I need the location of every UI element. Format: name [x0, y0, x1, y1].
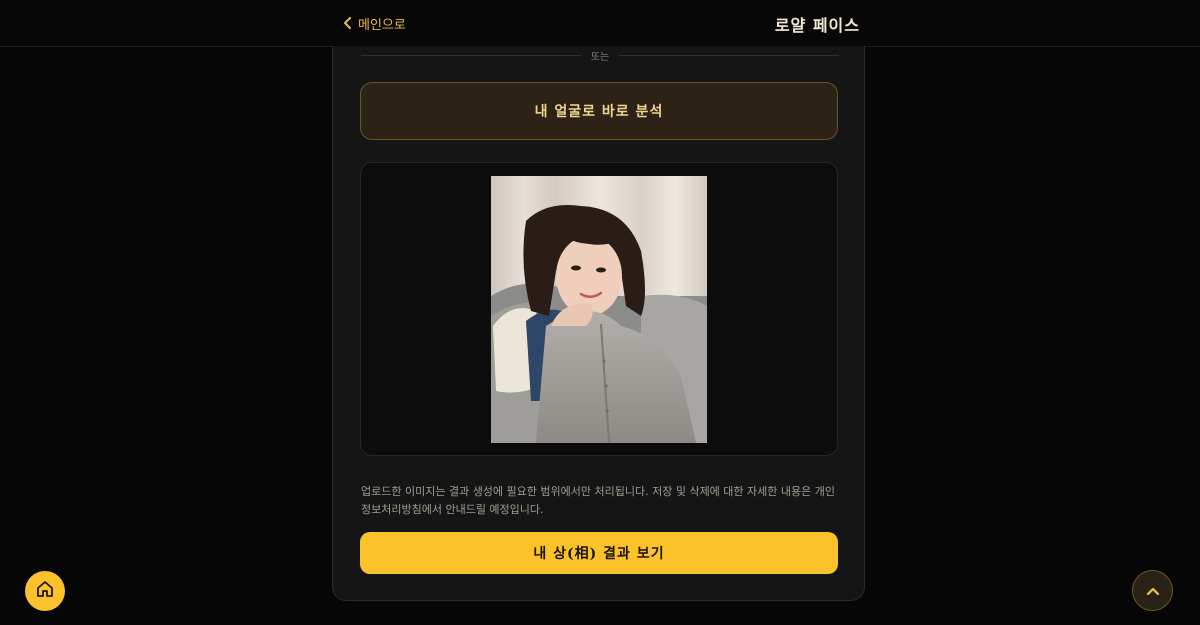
top-bar: 메인으로 로얄 페이스 — [0, 0, 1200, 47]
divider-line — [619, 54, 839, 56]
or-divider: 또는 — [361, 48, 839, 63]
upload-panel: 또는 내 얼굴로 바로 분석 업로드한 이미지는 결과 생성에 필요한 범위에서… — [332, 46, 865, 601]
back-label: 메인으로 — [358, 17, 406, 33]
scroll-to-top-button[interactable] — [1132, 570, 1173, 611]
chevron-left-icon — [343, 17, 352, 29]
brand-title: 로얄 페이스 — [774, 16, 860, 35]
chevron-up-icon — [1146, 581, 1160, 600]
home-icon — [35, 579, 55, 603]
back-to-main-link[interactable]: 메인으로 — [343, 13, 406, 33]
view-result-button[interactable]: 내 상(相) 결과 보기 — [360, 532, 838, 574]
portrait-photo — [491, 176, 707, 443]
divider-line — [361, 54, 581, 56]
divider-text: 또는 — [590, 51, 610, 63]
home-button[interactable] — [25, 571, 65, 611]
analyze-my-face-button[interactable]: 내 얼굴로 바로 분석 — [360, 82, 838, 140]
image-preview — [360, 162, 838, 456]
privacy-notice: 업로드한 이미지는 결과 생성에 필요한 범위에서만 처리됩니다. 저장 및 삭… — [361, 485, 835, 516]
